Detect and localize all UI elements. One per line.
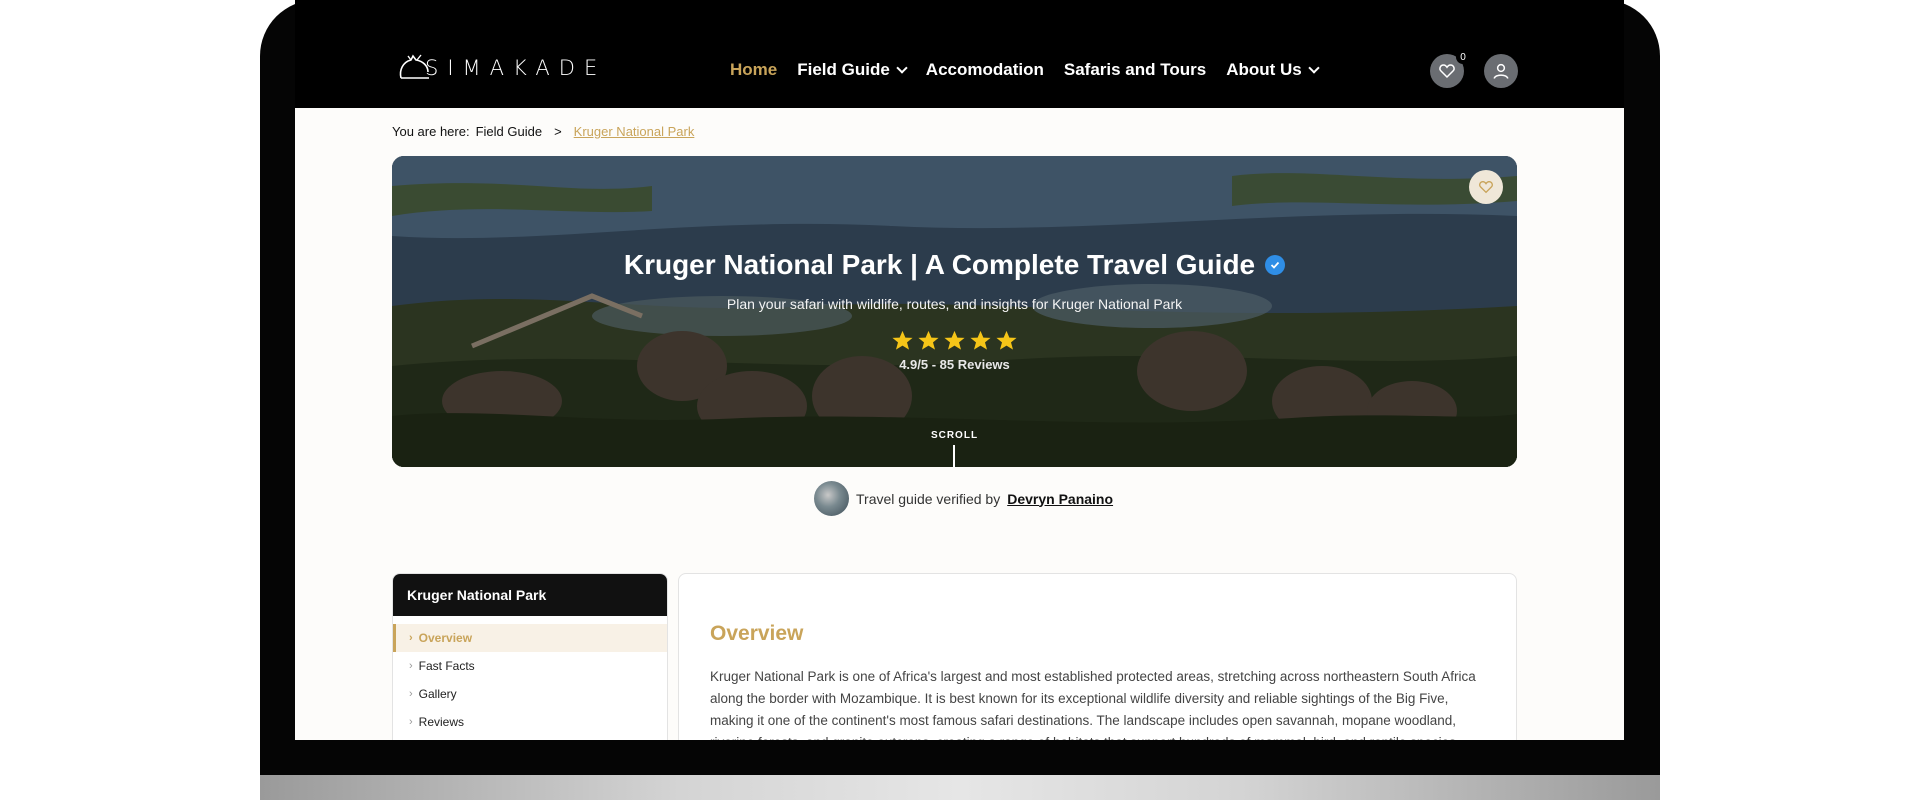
site-logo[interactable]: SIMAKADE [395,52,606,84]
sidebar-item-label: Fast Facts [418,659,475,673]
star-icon [892,330,913,350]
verifier-name-link[interactable]: Devryn Panaino [1007,491,1113,507]
hero-favorite-button[interactable] [1469,170,1503,204]
avatar [814,481,849,516]
star-icon [996,330,1017,350]
sidebar-list: › Overview › Fast Facts › Gallery › Reviews [393,616,667,736]
chevron-down-icon [1308,61,1320,74]
chevron-right-icon: › [409,660,413,672]
laptop-base [260,775,1660,800]
scroll-indicator-line [953,445,955,467]
page-content: You are here: Field Guide > Kruger Natio… [295,108,1624,740]
nav-safaris-tours[interactable]: Safaris and Tours [1064,60,1206,80]
nav-about-label: About Us [1226,60,1302,79]
logo-text: SIMAKADE [425,56,607,80]
heart-icon [1439,64,1455,79]
overview-text: Kruger National Park is one of Africa's … [710,669,1476,740]
sidebar-item-label: Gallery [418,687,457,701]
nav-field-guide-label: Field Guide [797,60,890,79]
sidebar-item-label: Overview [418,631,473,645]
breadcrumb-prefix: You are here: [392,124,470,139]
overview-card: Overview Kruger National Park is one of … [678,573,1517,740]
hero-subtitle: Plan your safari with wildlife, routes, … [726,296,1183,312]
breadcrumb-current[interactable]: Kruger National Park [574,124,695,139]
rating-stars [392,329,1517,352]
main-nav: Home Field Guide Accomodation Safaris an… [730,60,1320,80]
chevron-right-icon: › [409,632,413,644]
site-header: SIMAKADE Home Field Guide Accomodation S… [295,0,1624,108]
breadcrumb-field-guide[interactable]: Field Guide [476,124,542,139]
verified-check-icon [1265,255,1286,275]
browser-screen: SIMAKADE Home Field Guide Accomodation S… [295,0,1624,740]
breadcrumb: You are here: Field Guide > Kruger Natio… [392,124,694,139]
nav-field-guide[interactable]: Field Guide [797,60,908,80]
star-icon [918,330,939,350]
chevron-down-icon [896,61,908,74]
account-button[interactable] [1484,54,1518,88]
nav-accomodation[interactable]: Accomodation [926,60,1044,80]
nav-home[interactable]: Home [730,60,777,80]
sidebar-item-reviews[interactable]: › Reviews [393,708,667,736]
star-icon [970,330,991,350]
chevron-right-icon: › [409,688,413,700]
favorites-button[interactable]: 0 [1430,50,1470,88]
heart-icon [1479,180,1493,194]
page-title-text: Kruger National Park | A Complete Travel… [623,249,1256,280]
chevron-right-icon: › [409,716,413,728]
sidebar-item-overview[interactable]: › Overview [393,624,667,652]
page-title: Kruger National Park | A Complete Travel… [392,249,1517,281]
nav-about-us[interactable]: About Us [1226,60,1320,80]
sidebar-item-gallery[interactable]: › Gallery [393,680,667,708]
guide-sidebar: Kruger National Park › Overview › Fast Fac… [392,573,668,740]
nav-accomodation-label: Accomodation [925,60,1044,79]
sidebar-title: Kruger National Park [393,574,667,616]
hero-banner: Kruger National Park | A Complete Travel… [392,156,1517,467]
section-heading: Overview [710,622,804,645]
nav-safaris-label: Safaris and Tours [1063,60,1207,79]
star-icon [944,330,965,350]
sidebar-item-label: Reviews [418,715,465,729]
breadcrumb-separator: > [554,124,562,139]
scroll-indicator-label[interactable]: SCROLL [392,430,1517,441]
verified-by-prefix: Travel guide verified by [856,490,1001,507]
favorites-count-badge: 0 [1456,50,1470,64]
nav-home-label: Home [730,60,778,79]
verified-by: Travel guide verified by Devryn Panaino [814,481,1113,516]
sidebar-item-fast-facts[interactable]: › Fast Facts [393,652,667,680]
user-icon [1493,63,1509,79]
rating-summary: 4.9/5 - 85 Reviews [899,357,1010,372]
